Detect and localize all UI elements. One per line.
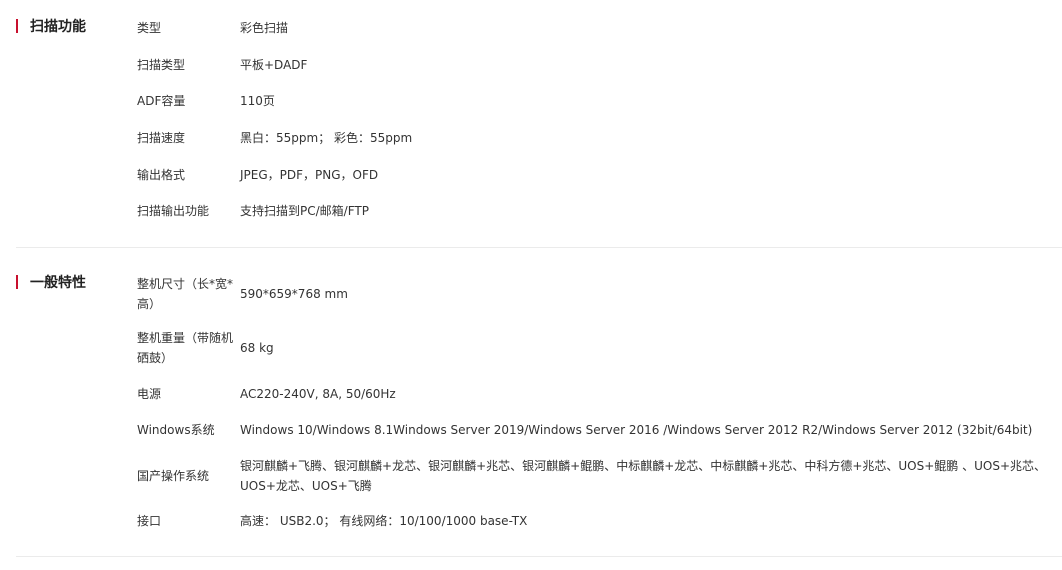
spec-row: 电源 AC220-240V, 8A, 50/60Hz <box>16 384 1062 404</box>
spec-row: 扫描输出功能 支持扫描到PC/邮箱/FTP <box>16 201 1062 221</box>
spec-value: 68 kg <box>240 341 274 355</box>
spec-label: 扫描类型 <box>137 58 186 72</box>
spec-label: 扫描输出功能 <box>137 204 210 218</box>
spec-label: 整机重量（带随机硒鼓） <box>137 331 234 365</box>
spec-label: 整机尺寸（长*宽*高） <box>137 277 234 311</box>
spec-row: 整机尺寸（长*宽*高） 590*659*768 mm <box>16 274 1062 314</box>
spec-value: JPEG，PDF，PNG，OFD <box>240 168 379 182</box>
spec-label: 接口 <box>137 514 162 528</box>
spec-row: 接口 高速： USB2.0； 有线网络：10/100/1000 base-TX <box>16 511 1062 531</box>
spec-row: 输出格式 JPEG，PDF，PNG，OFD <box>16 165 1062 185</box>
spec-row: ADF容量 110页 <box>16 91 1062 111</box>
spec-row: 扫描速度 黑白：55ppm； 彩色：55ppm <box>16 128 1062 148</box>
spec-label: ADF容量 <box>137 94 186 108</box>
spec-value: 110页 <box>240 94 275 108</box>
spec-label: 国产操作系统 <box>137 469 210 483</box>
spec-row: 国产操作系统 银河麒麟+飞腾、银河麒麟+龙芯、银河麒麟+兆芯、银河麒麟+鲲鹏、中… <box>16 456 1062 496</box>
spec-section-general: 一般特性 整机尺寸（长*宽*高） 590*659*768 mm 整机重量（带随机… <box>16 274 1062 557</box>
spec-value: Windows 10/Windows 8.1Windows Server 201… <box>240 423 1033 437</box>
spec-value: 平板+DADF <box>240 58 308 72</box>
spec-row: 类型 彩色扫描 <box>16 18 1062 38</box>
spec-label: 输出格式 <box>137 168 186 182</box>
spec-row: 整机重量（带随机硒鼓） 68 kg <box>16 328 1062 368</box>
spec-value: 高速： USB2.0； 有线网络：10/100/1000 base-TX <box>240 514 528 528</box>
spec-value: 银河麒麟+飞腾、银河麒麟+龙芯、银河麒麟+兆芯、银河麒麟+鲲鹏、中标麒麟+龙芯、… <box>240 459 1047 493</box>
spec-section-scan: 扫描功能 类型 彩色扫描 扫描类型 平板+DADF ADF容量 110页 扫描速… <box>16 18 1062 248</box>
spec-value: 黑白：55ppm； 彩色：55ppm <box>240 131 413 145</box>
spec-label: Windows系统 <box>137 423 215 437</box>
spec-row: 扫描类型 平板+DADF <box>16 55 1062 75</box>
spec-value: 支持扫描到PC/邮箱/FTP <box>240 204 369 218</box>
spec-value: 彩色扫描 <box>240 21 289 35</box>
spec-row: Windows系统 Windows 10/Windows 8.1Windows … <box>16 420 1062 440</box>
spec-value: 590*659*768 mm <box>240 287 348 301</box>
spec-label: 电源 <box>137 387 162 401</box>
spec-label: 类型 <box>137 21 162 35</box>
spec-value: AC220-240V, 8A, 50/60Hz <box>240 387 396 401</box>
spec-label: 扫描速度 <box>137 131 186 145</box>
